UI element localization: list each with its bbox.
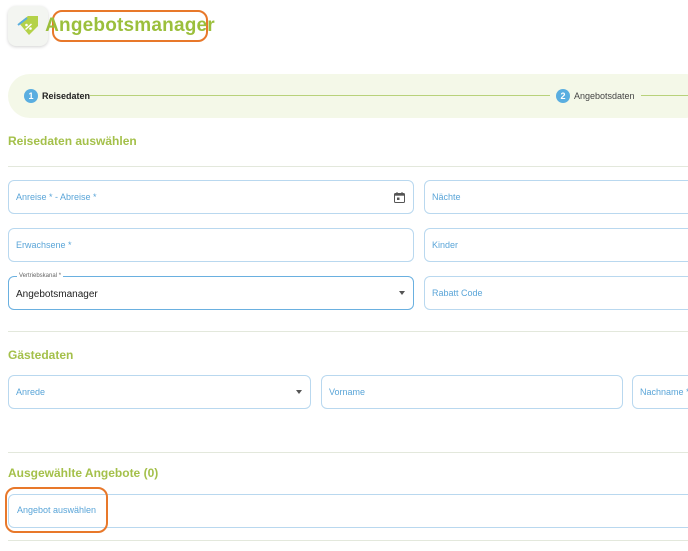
salutation-placeholder: Anrede [16,387,46,397]
lastname-field[interactable]: Nachname * [632,375,688,409]
sales-channel-value: Angebotsmanager [16,289,98,300]
nights-field[interactable]: Nächte [424,180,688,214]
select-offer-button[interactable]: Angebot auswählen [5,487,108,533]
firstname-placeholder: Vorname [329,387,366,397]
guest-section-title: Gästedaten [8,348,74,362]
step-connector [641,95,688,96]
step-1-label[interactable]: Reisedaten [42,89,90,103]
step-2-label[interactable]: Angebotsdaten [574,89,635,103]
divider [8,452,688,453]
offer-select-row[interactable] [8,494,688,528]
divider [8,331,688,332]
stepper: 1 Reisedaten 2 Angebotsdaten [8,74,688,118]
discount-code-placeholder: Rabatt Code [432,288,483,298]
children-field[interactable]: Kinder [424,228,688,262]
divider [8,166,688,167]
calendar-icon[interactable] [394,192,405,203]
app-title: Angebotsmanager [45,10,215,42]
step-connector [90,95,550,96]
divider [8,540,688,541]
chevron-down-icon[interactable] [296,390,302,394]
step-1-number[interactable]: 1 [24,89,38,103]
offers-section-title: Ausgewählte Angebote (0) [8,466,159,480]
adults-field[interactable]: Erwachsene * [8,228,414,262]
price-tag-percent-icon [17,16,38,35]
adults-placeholder: Erwachsene * [16,240,72,250]
firstname-field[interactable]: Vorname [321,375,623,409]
nights-placeholder: Nächte [432,192,461,202]
children-placeholder: Kinder [432,240,459,250]
discount-code-field[interactable]: Rabatt Code [424,276,688,310]
chevron-down-icon[interactable] [399,291,405,295]
travel-dates-placeholder: Anreise * - Abreise * [16,192,97,202]
travel-dates-field[interactable]: Anreise * - Abreise * [8,180,414,214]
sales-channel-select[interactable]: Vertriebskanal * Angebotsmanager [8,272,414,310]
step-2-number[interactable]: 2 [556,89,570,103]
lastname-placeholder: Nachname * [640,387,688,397]
travel-section-title: Reisedaten auswählen [8,134,137,148]
app-logo [8,6,48,46]
sales-channel-label: Vertriebskanal * [17,272,64,280]
salutation-select[interactable]: Anrede [8,375,311,409]
